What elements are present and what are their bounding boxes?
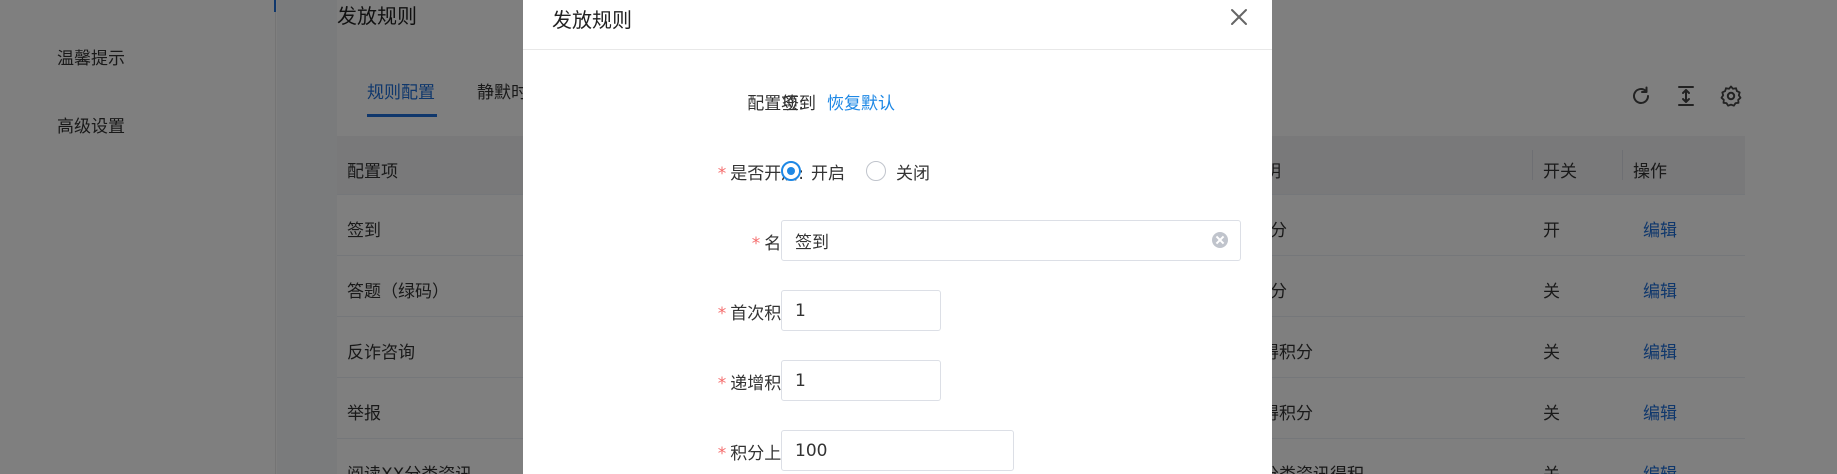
required-mark: * (717, 374, 727, 394)
required-mark: * (717, 304, 727, 324)
points-limit-input[interactable] (781, 430, 1014, 471)
restore-default-link[interactable]: 恢复默认 (827, 89, 895, 114)
required-mark: * (751, 234, 761, 254)
clear-icon[interactable] (1212, 232, 1228, 248)
required-mark: * (717, 444, 727, 464)
increment-points-input[interactable] (781, 360, 941, 401)
dialog-title: 发放规则 (552, 8, 632, 32)
dialog-header-divider (523, 49, 1272, 50)
first-points-input[interactable] (781, 290, 941, 331)
config-item-value: 签到 (782, 94, 816, 114)
name-input[interactable] (781, 220, 1241, 261)
radio-on-label[interactable]: 开启 (811, 159, 845, 184)
close-icon[interactable] (1228, 6, 1250, 28)
radio-on[interactable] (781, 161, 801, 181)
radio-off-label[interactable]: 关闭 (896, 159, 930, 184)
rule-dialog: 发放规则 配置项: 签到 恢复默认 *是否开启: 开启 关闭 *名称: *首次积… (523, 0, 1272, 474)
required-mark: * (717, 164, 727, 184)
radio-off[interactable] (866, 161, 886, 181)
